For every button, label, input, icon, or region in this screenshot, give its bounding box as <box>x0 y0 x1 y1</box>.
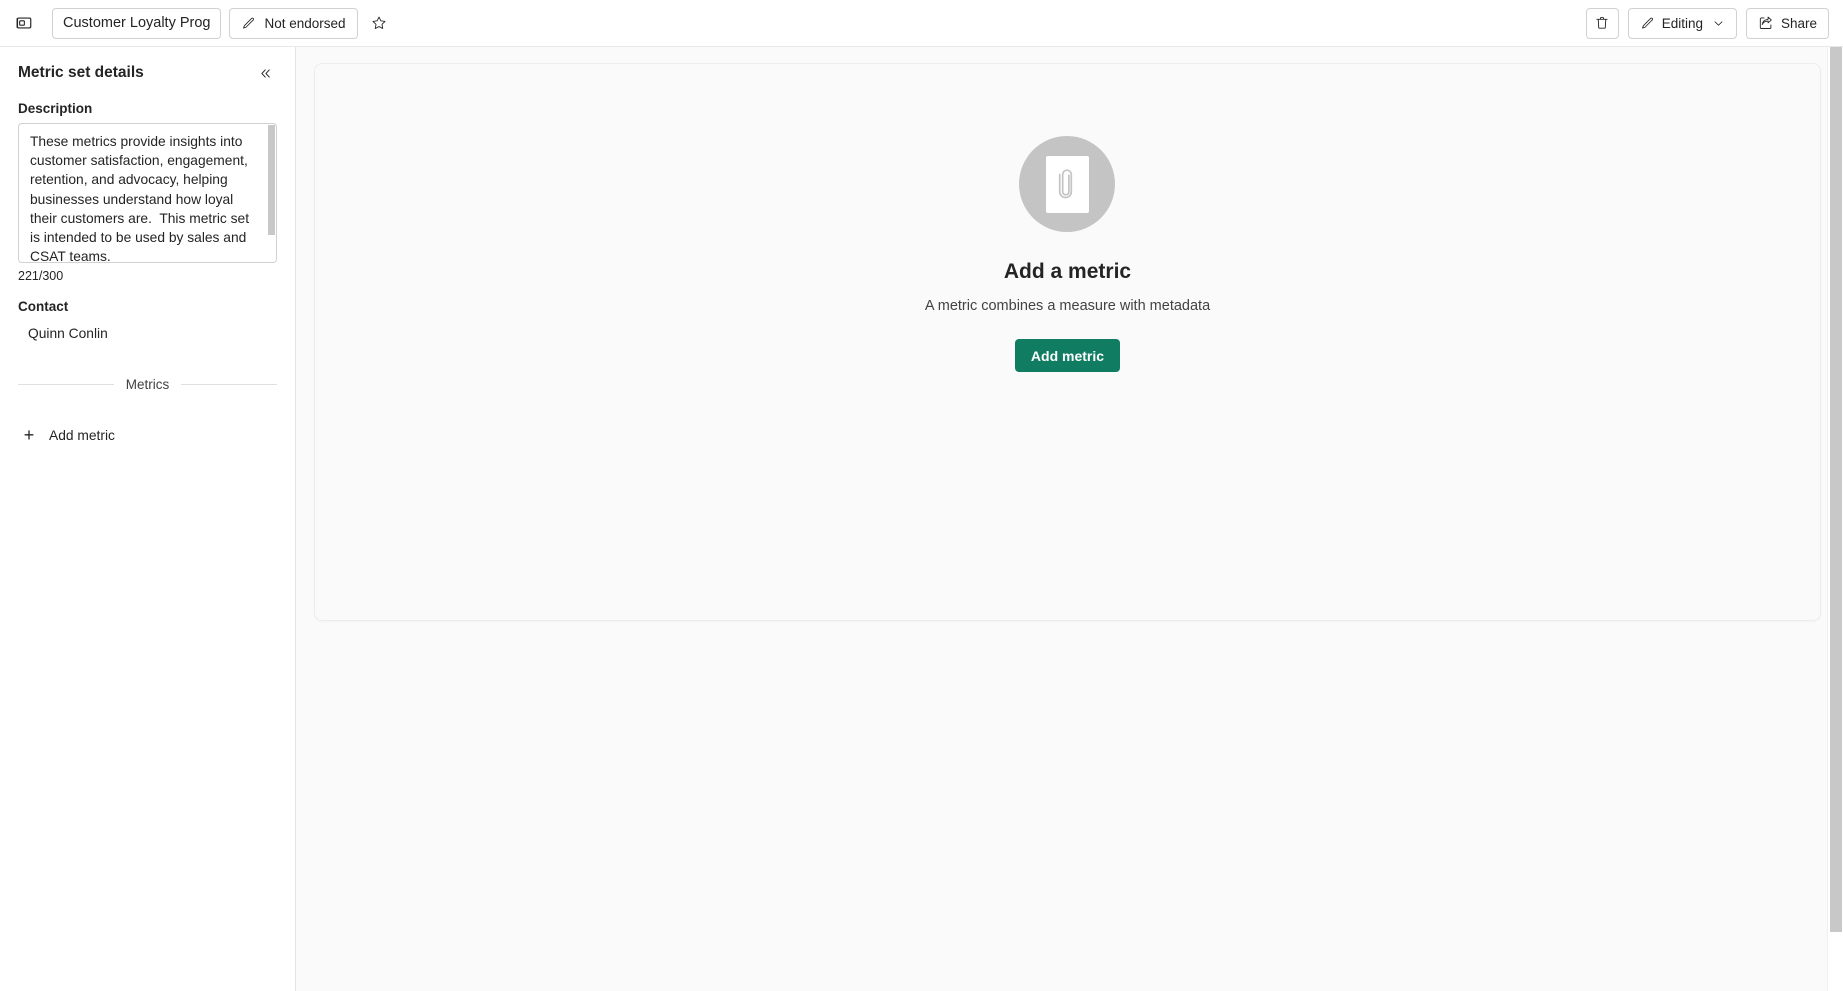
endorsement-label: Not endorsed <box>264 15 346 31</box>
share-button[interactable]: Share <box>1745 7 1829 39</box>
panel-left-icon[interactable] <box>8 7 40 39</box>
header-left-group: Customer Loyalty Prog Not endorsed <box>8 7 394 39</box>
share-icon-svg <box>1759 16 1772 29</box>
empty-state-subtitle: A metric combines a measure with metadat… <box>924 298 1211 314</box>
description-label: Description <box>18 101 93 116</box>
chevron-double-left-icon[interactable] <box>253 61 277 85</box>
divider-line-right <box>181 384 277 385</box>
divider-line-left <box>18 384 114 385</box>
chevron-down-icon <box>1712 17 1725 30</box>
app-body: Metric set details Description These met… <box>0 47 1843 991</box>
pencil-icon-svg <box>1641 17 1653 29</box>
description-scrollbar[interactable] <box>268 125 275 261</box>
chevron-double-left-icon-svg <box>260 68 270 78</box>
editing-mode-dropdown[interactable]: Editing <box>1627 7 1737 39</box>
description-scrollbar-thumb[interactable] <box>268 125 275 235</box>
share-label: Share <box>1780 15 1817 31</box>
main-content-area: Add a metric A metric combines a measure… <box>296 47 1843 991</box>
paperclip-icon-svg <box>1059 169 1073 199</box>
pencil-icon-svg <box>243 17 255 29</box>
chevron-down-icon-svg <box>1714 20 1723 26</box>
metric-set-title-input[interactable]: Customer Loyalty Prog <box>52 7 222 39</box>
metrics-section-divider: Metrics <box>18 377 277 392</box>
contact-label: Contact <box>18 299 69 314</box>
app-header: Customer Loyalty Prog Not endorsed Editi… <box>0 0 1843 47</box>
document-shape <box>1045 155 1089 213</box>
sidebar-add-metric-button[interactable]: + Add metric <box>18 420 277 450</box>
description-value: These metrics provide insights into cust… <box>30 134 253 263</box>
panel-left-icon-svg <box>16 17 32 29</box>
description-char-count: 221/300 <box>18 269 64 283</box>
empty-state: Add a metric A metric combines a measure… <box>925 136 1210 372</box>
page-scrollbar-thumb[interactable] <box>1830 47 1842 932</box>
add-metric-button[interactable]: Add metric <box>1014 339 1121 372</box>
metrics-divider-label: Metrics <box>125 377 170 392</box>
delete-button[interactable] <box>1585 7 1619 39</box>
paperclip-document-icon <box>1019 136 1116 232</box>
endorsement-button[interactable]: Not endorsed <box>229 7 358 39</box>
sidebar-header: Metric set details <box>18 61 277 85</box>
pencil-icon <box>1640 16 1655 31</box>
trash-icon-svg <box>1596 17 1608 29</box>
metrics-content-card: Add a metric A metric combines a measure… <box>314 63 1821 621</box>
contact-value[interactable]: Quinn Conlin <box>18 321 277 341</box>
empty-state-title: Add a metric <box>1003 260 1132 283</box>
trash-icon <box>1594 15 1610 31</box>
sidebar-title: Metric set details <box>18 64 144 81</box>
pencil-icon <box>241 16 256 31</box>
page-scrollbar[interactable] <box>1827 47 1843 991</box>
star-outline-icon-svg <box>372 16 385 29</box>
editing-mode-label: Editing <box>1661 15 1703 31</box>
metric-set-details-sidebar: Metric set details Description These met… <box>0 47 296 991</box>
description-textarea[interactable]: These metrics provide insights into cust… <box>18 123 277 263</box>
app-window: Customer Loyalty Prog Not endorsed Editi… <box>0 0 1843 991</box>
plus-icon: + <box>23 425 35 445</box>
sidebar-add-metric-label: Add metric <box>49 427 115 443</box>
share-icon <box>1758 15 1774 31</box>
star-outline-icon[interactable] <box>364 8 394 38</box>
header-right-group: Editing Share <box>1585 7 1829 39</box>
